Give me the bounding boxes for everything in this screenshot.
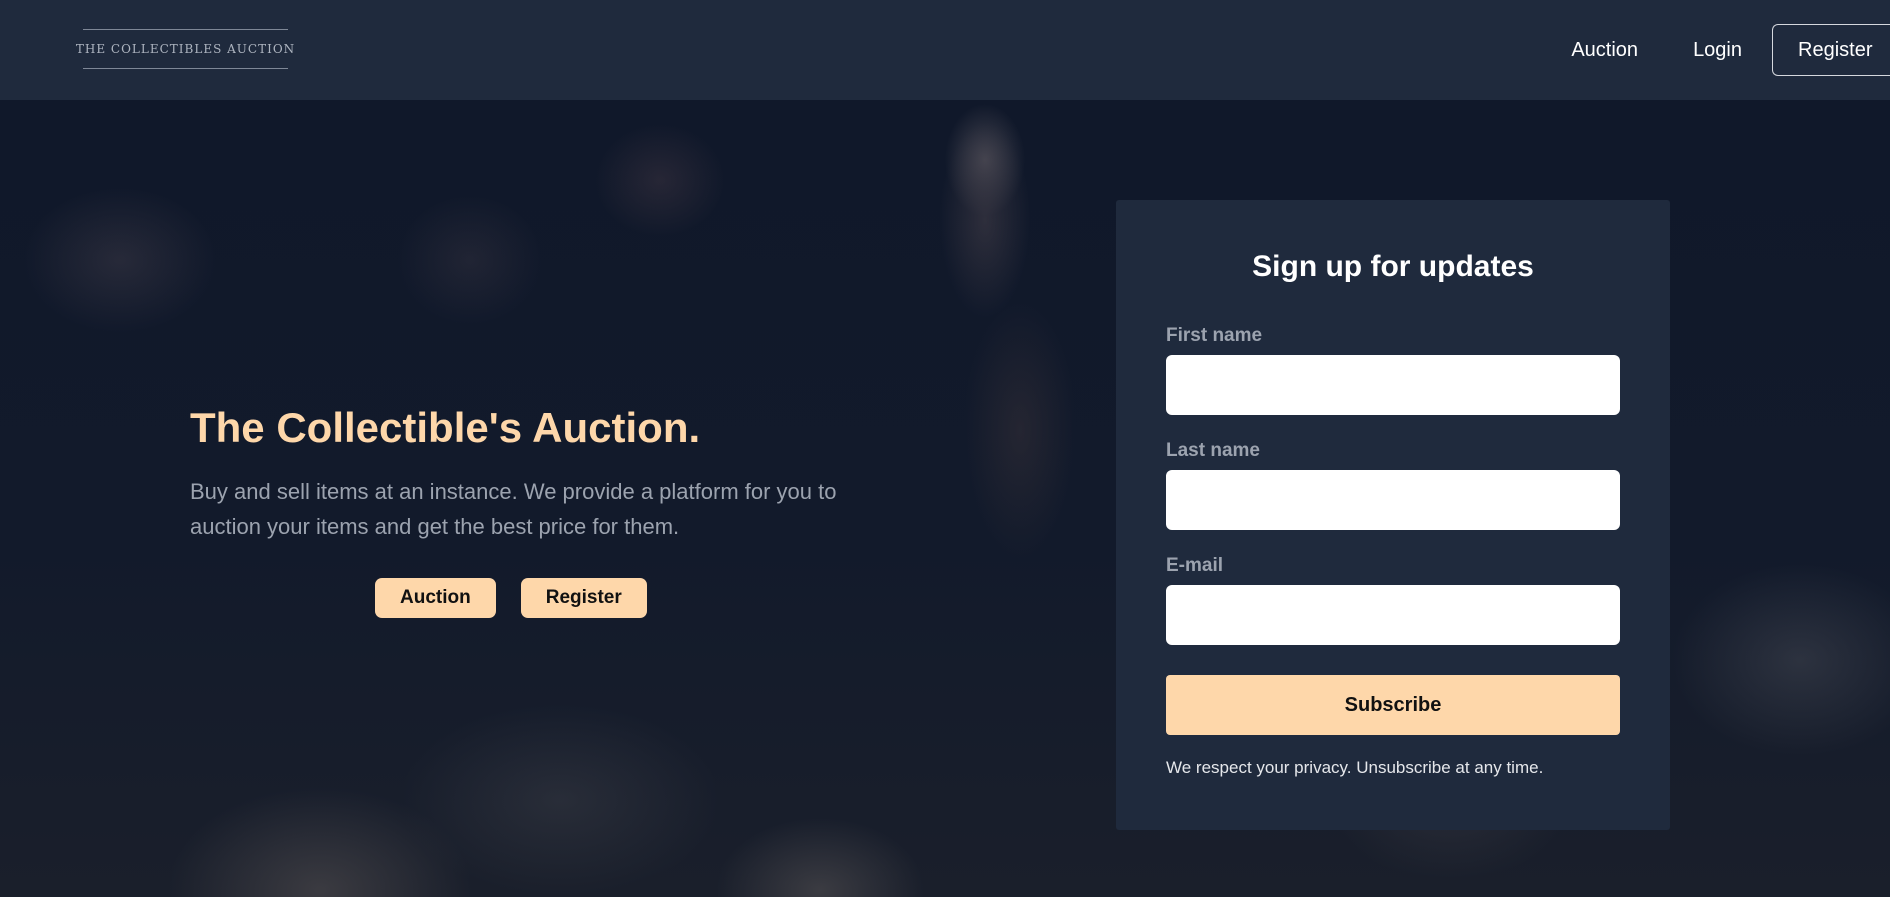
hero-buttons: Auction Register [375,578,647,618]
site-logo[interactable]: THE COLLECTIBLES AUCTION [76,29,294,69]
hero-description: Buy and sell items at an instance. We pr… [190,479,837,539]
last-name-label: Last name [1166,440,1260,461]
hero-text-block: The Collectible's Auction. Buy and sell … [190,402,850,544]
first-name-label: First name [1166,325,1263,346]
hero-auction-button[interactable]: Auction [375,578,496,618]
signup-form-card: Sign up for updates First name Last name… [1116,200,1670,830]
hero-register-button[interactable]: Register [520,578,647,618]
hero-background: The Collectible's Auction. Buy and sell … [0,100,1890,897]
nav-auction-link[interactable]: Auction [1571,39,1638,62]
last-name-input[interactable] [1166,470,1620,530]
privacy-notice: We respect your privacy. Unsubscribe at … [1166,758,1544,777]
subscribe-button[interactable]: Subscribe [1166,675,1620,735]
hero-title: The Collectible's Auction. [190,404,701,451]
email-input[interactable] [1166,585,1620,645]
first-name-input[interactable] [1166,355,1620,415]
logo-text: THE COLLECTIBLES AUCTION [75,42,296,56]
top-navbar: THE COLLECTIBLES AUCTION Auction Login R… [0,0,1890,100]
email-label: E-mail [1166,555,1224,576]
nav-login-link[interactable]: Login [1693,39,1742,62]
nav-links: Auction Login Register [1571,24,1890,76]
signup-title: Sign up for updates [1252,250,1534,283]
nav-register-button[interactable]: Register [1772,24,1890,76]
